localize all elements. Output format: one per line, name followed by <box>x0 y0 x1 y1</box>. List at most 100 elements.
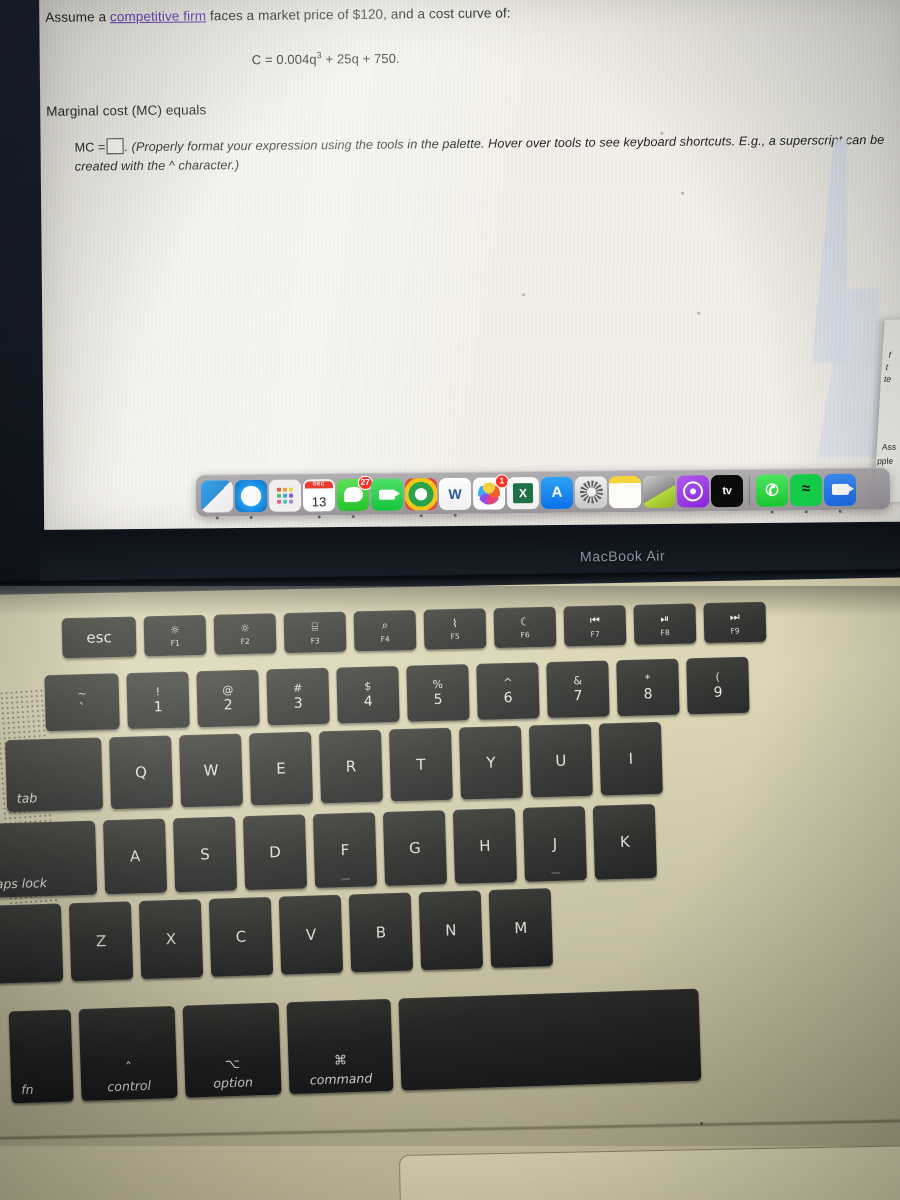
m-key[interactable]: M <box>488 888 554 969</box>
tab-key[interactable]: tab <box>5 737 104 813</box>
spotify-waves-glyph <box>795 479 817 500</box>
seven-key[interactable]: & 7 <box>546 660 610 719</box>
function-key-row[interactable]: esc ☼ F1 ☼ F2 ⌸ F3 ⌕ F4 ⌇ F5 ☾ F6 ⏮ F7 ⏯ F8 ⏭ F9 <box>61 601 767 659</box>
shift-key-row[interactable]: shift Z X C V B N M <box>0 888 554 986</box>
messages-icon[interactable]: 27 <box>336 475 373 518</box>
t-key[interactable]: T <box>388 727 453 802</box>
four-key[interactable]: $4 <box>336 665 400 724</box>
running-indicator-dot <box>838 509 842 513</box>
podcasts-icon[interactable] <box>676 474 710 508</box>
escape-key[interactable]: esc <box>61 616 137 659</box>
r-key[interactable]: R <box>319 729 383 804</box>
key-label: C <box>235 927 247 947</box>
command-key[interactable]: ⌘ command <box>286 998 394 1095</box>
six-key[interactable]: ^ 6 <box>476 662 540 720</box>
brightness-down-key[interactable]: ☼ F1 <box>143 614 207 657</box>
home-row-nub <box>341 878 351 881</box>
key-upper-legend: ( <box>715 670 720 684</box>
apple-tv-icon[interactable]: tv <box>710 474 744 507</box>
eight-key[interactable]: * 8 <box>616 658 680 717</box>
f-key[interactable]: F <box>312 812 378 889</box>
launchpad-icon[interactable] <box>268 479 302 512</box>
mission-control-key[interactable]: ⌸ F3 <box>283 611 347 654</box>
b-key[interactable]: B <box>348 892 414 973</box>
five-key[interactable]: % 5 <box>406 664 470 722</box>
calendar-icon[interactable]: DEC 13 <box>302 478 336 518</box>
fast-forward-key[interactable]: ⏭ F9 <box>703 601 767 644</box>
s-key[interactable]: S <box>172 816 238 893</box>
key-label: tab <box>16 790 38 806</box>
space-bar[interactable] <box>398 988 702 1091</box>
key-glyph: ⏭ <box>729 609 740 624</box>
competitive-firm-link[interactable]: competitive firm <box>110 8 206 24</box>
word-icon[interactable]: W <box>438 477 472 517</box>
key-glyph: ☼ <box>239 621 251 636</box>
j-key[interactable]: J <box>522 806 587 882</box>
system-settings-icon[interactable] <box>574 475 608 509</box>
h-key[interactable]: H <box>452 808 518 884</box>
qwerty-key-row[interactable]: tab Q W E R T Y U I <box>5 721 663 813</box>
modifier-key-row[interactable]: fn ˄ control ⌥ option ⌘ command <box>8 988 702 1104</box>
z-key[interactable]: Z <box>68 901 134 982</box>
key-lower-legend: ` <box>78 701 86 718</box>
key-lower-legend: 5 <box>433 691 443 709</box>
u-key[interactable]: U <box>528 723 593 798</box>
notes-icon[interactable] <box>608 475 642 508</box>
macos-dock[interactable]: DEC 13 27 W 1 X Atv ✆ <box>195 467 891 519</box>
play-pause-key[interactable]: ⏯ F8 <box>633 603 697 645</box>
bg-window-fragment-1: f <box>888 349 892 360</box>
rewind-key[interactable]: ⏮ F7 <box>563 605 627 647</box>
n-key[interactable]: N <box>418 890 484 971</box>
answer-input-box[interactable] <box>106 138 124 155</box>
excel-icon[interactable]: X <box>506 476 540 509</box>
keyboard[interactable]: esc ☼ F1 ☼ F2 ⌸ F3 ⌕ F4 ⌇ F5 ☾ F6 ⏮ F7 ⏯ F8 ⏭ F9 ~ `! 1 @2 #3 $… <box>0 586 900 1146</box>
key-lower-legend: 2 <box>223 697 233 714</box>
option-key[interactable]: ⌥ option <box>182 1002 282 1098</box>
spotlight-search-key[interactable]: ⌕ F4 <box>353 609 417 652</box>
do-not-disturb-key[interactable]: ☾ F6 <box>493 606 557 649</box>
chrome-icon[interactable] <box>404 477 438 517</box>
tilde-backtick-key[interactable]: ~ ` <box>44 673 120 732</box>
running-indicator-dot <box>804 509 808 513</box>
c-key[interactable]: C <box>208 896 274 977</box>
v-key[interactable]: V <box>278 894 344 975</box>
two-key[interactable]: @2 <box>196 669 260 728</box>
zoom-icon[interactable] <box>823 473 857 513</box>
q-key[interactable]: Q <box>109 735 174 810</box>
x-key[interactable]: X <box>138 899 204 980</box>
number-key-row[interactable]: ~ `! 1 @2 #3 $4% 5 ^ 6 & 7 * 8(9 <box>44 656 750 732</box>
key-symbol: ⌘ <box>333 1053 348 1069</box>
d-key[interactable]: D <box>242 814 308 891</box>
nine-key[interactable]: (9 <box>686 656 750 715</box>
g-key[interactable]: G <box>382 810 448 886</box>
dust-speck <box>660 131 664 135</box>
a-key[interactable]: A <box>102 818 168 895</box>
facetime-icon[interactable] <box>370 477 404 511</box>
marginal-cost-label: Marginal cost (MC) equals <box>46 102 207 119</box>
dictation-key[interactable]: ⌇ F5 <box>423 608 487 650</box>
left-shift-key[interactable]: shift <box>0 903 64 986</box>
photos-icon[interactable]: 1 <box>472 473 509 510</box>
w-key[interactable]: W <box>179 733 244 808</box>
function-key-number: F5 <box>450 631 460 642</box>
spotify-icon[interactable] <box>789 473 823 513</box>
whatsapp-icon[interactable]: ✆ <box>755 473 789 514</box>
preview-icon[interactable] <box>642 475 676 508</box>
finder-icon[interactable] <box>200 479 234 519</box>
home-key-row[interactable]: caps lock A S D F G H J K <box>0 803 657 899</box>
app-store-icon[interactable]: A <box>540 476 574 509</box>
one-key[interactable]: ! 1 <box>126 671 190 730</box>
safari-icon[interactable] <box>234 479 268 519</box>
i-key[interactable]: I <box>598 721 663 796</box>
brightness-up-key[interactable]: ☼ F2 <box>213 613 277 655</box>
three-key[interactable]: #3 <box>266 667 330 726</box>
y-key[interactable]: Y <box>458 725 523 800</box>
fn-key[interactable]: fn <box>8 1009 74 1104</box>
k-key[interactable]: K <box>592 803 657 880</box>
trackpad[interactable] <box>398 1145 900 1200</box>
key-glyph: ☾ <box>519 615 530 629</box>
key-label: A <box>129 847 141 866</box>
control-key[interactable]: ˄ control <box>78 1005 178 1102</box>
e-key[interactable]: E <box>249 731 314 806</box>
caps-lock-key[interactable]: caps lock <box>0 820 98 899</box>
